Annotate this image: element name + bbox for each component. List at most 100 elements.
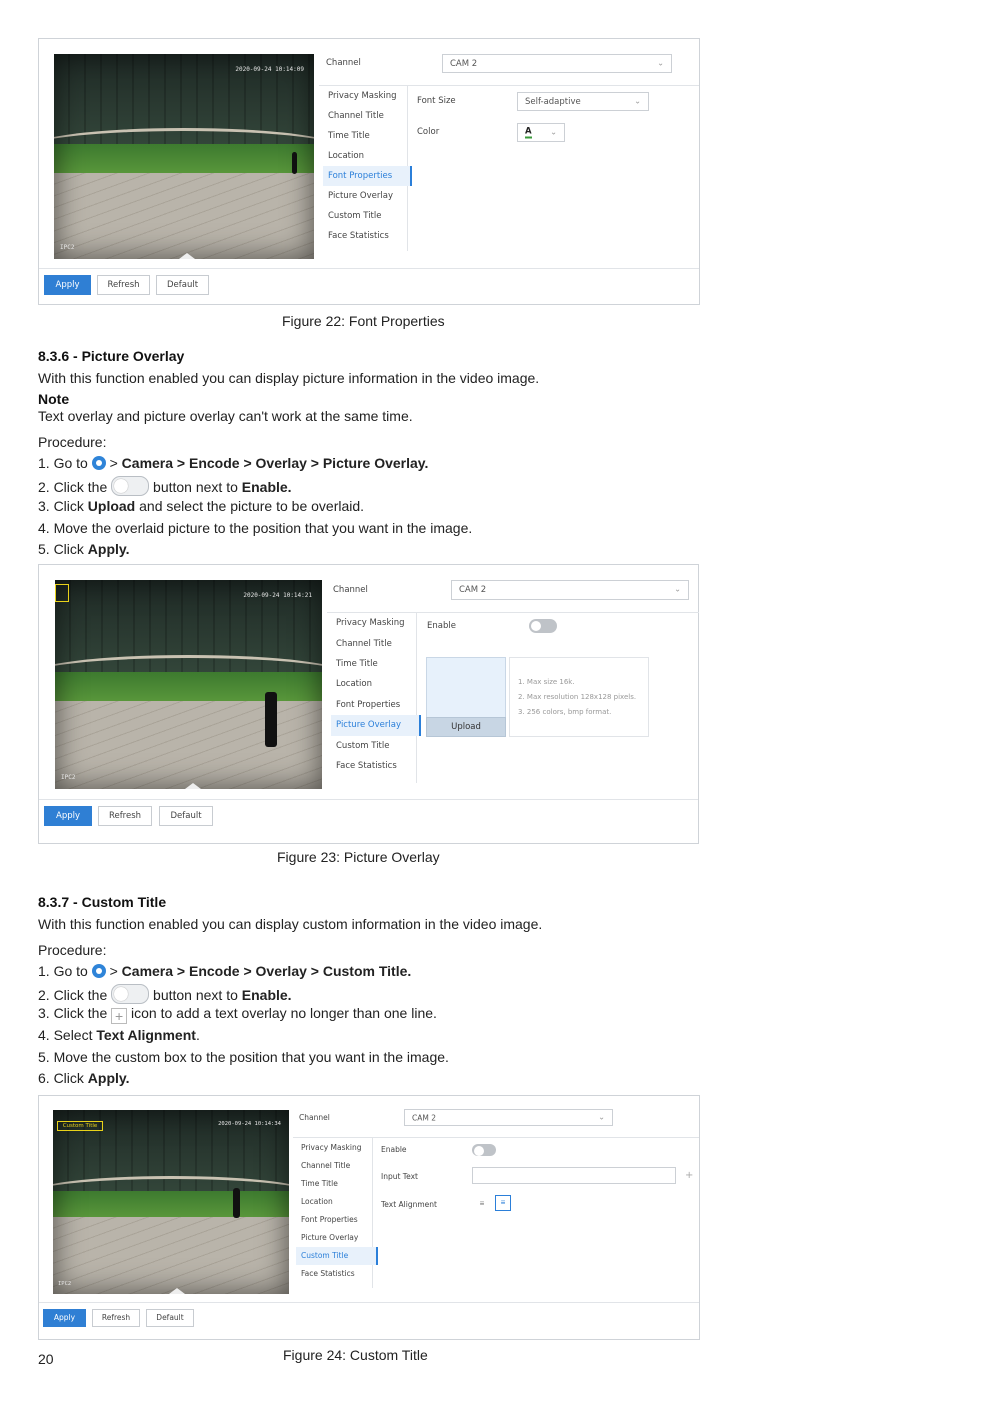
font-size-label: Font Size: [417, 96, 456, 106]
channel-select[interactable]: CAM 2 ⌄: [404, 1109, 613, 1126]
menu-location[interactable]: Location: [336, 679, 372, 689]
section-intro: With this function enabled you can displ…: [38, 916, 543, 932]
default-button[interactable]: Default: [146, 1309, 194, 1327]
menu-picture-overlay[interactable]: Picture Overlay: [301, 1233, 358, 1242]
step-2: 2. Click the button next to Enable.: [38, 476, 292, 496]
color-swatch-icon: A: [525, 126, 532, 138]
lens-vignette: [55, 580, 322, 789]
step-text: 3. Click: [38, 498, 88, 514]
menu-picture-overlay[interactable]: Picture Overlay: [328, 191, 393, 201]
font-size-select[interactable]: Self-adaptive ⌄: [517, 92, 649, 111]
menu-face-statistics[interactable]: Face Statistics: [328, 231, 389, 241]
figure-23-caption: Figure 23: Picture Overlay: [277, 849, 440, 865]
step-text: 5. Click: [38, 541, 88, 557]
menu-picture-overlay[interactable]: Picture Overlay: [331, 715, 421, 736]
menu-font-properties[interactable]: Font Properties: [323, 166, 412, 186]
camera-live-view: Custom Title 2020-09-24 10:14:34 IPC2: [53, 1110, 289, 1294]
menu-channel-title[interactable]: Channel Title: [328, 111, 384, 121]
menu-privacy-masking[interactable]: Privacy Masking: [336, 618, 405, 628]
video-position-marker: [185, 783, 201, 789]
menu-channel-title[interactable]: Channel Title: [301, 1161, 350, 1170]
menu-time-title[interactable]: Time Title: [328, 131, 370, 141]
step-text: >: [105, 963, 122, 979]
video-timestamp: 2020-09-24 10:14:09: [235, 66, 304, 73]
menu-custom-title[interactable]: Custom Title: [336, 741, 389, 751]
channel-label: Channel: [333, 585, 368, 595]
channel-select-value: CAM 2: [450, 58, 478, 69]
procedure-label: Procedure:: [38, 942, 107, 958]
menu-font-properties[interactable]: Font Properties: [301, 1215, 358, 1224]
refresh-button[interactable]: Refresh: [97, 275, 150, 295]
enable-toggle[interactable]: [472, 1144, 496, 1156]
menu-path: Camera > Encode > Overlay > Custom Title…: [121, 963, 412, 979]
step-bold: Enable.: [241, 479, 292, 495]
section-heading: 8.3.7 - Custom Title: [38, 894, 167, 910]
lens-vignette: [54, 54, 314, 259]
step-bold: Apply.: [87, 541, 130, 557]
align-left-icon[interactable]: ≡: [475, 1197, 489, 1211]
menu-face-statistics[interactable]: Face Statistics: [301, 1269, 355, 1278]
video-camera-label: IPC2: [61, 774, 76, 781]
step-text: icon to add a text overlay no longer tha…: [127, 1005, 437, 1021]
menu-location[interactable]: Location: [301, 1197, 333, 1206]
channel-select[interactable]: CAM 2 ⌄: [442, 54, 672, 73]
menu-face-statistics[interactable]: Face Statistics: [336, 761, 397, 771]
default-button[interactable]: Default: [159, 806, 213, 826]
video-camera-label: IPC2: [58, 1281, 72, 1287]
step-1: 1. Go to > Camera > Encode > Overlay > P…: [38, 455, 428, 471]
step-bold: Text Alignment: [96, 1027, 196, 1043]
enable-toggle[interactable]: [529, 619, 557, 633]
divider: [39, 799, 698, 800]
custom-title-box[interactable]: Custom Title: [57, 1121, 103, 1131]
menu-custom-title[interactable]: Custom Title: [328, 211, 381, 221]
default-button[interactable]: Default: [156, 275, 209, 295]
menu-privacy-masking[interactable]: Privacy Masking: [328, 91, 397, 101]
step-5: 5. Click Apply.: [38, 541, 130, 557]
note-text: Text overlay and picture overlay can't w…: [38, 408, 413, 424]
menu-custom-title[interactable]: Custom Title: [296, 1247, 378, 1265]
menu-divider: [372, 1138, 373, 1288]
menu-font-properties[interactable]: Font Properties: [336, 700, 400, 710]
step-text: .: [195, 1027, 200, 1043]
channel-select-value: CAM 2: [412, 1113, 436, 1122]
divider: [327, 612, 699, 613]
apply-button[interactable]: Apply: [44, 275, 91, 295]
apply-button[interactable]: Apply: [44, 806, 92, 826]
enable-label: Enable: [381, 1145, 407, 1154]
video-timestamp: 2020-09-24 10:14:34: [218, 1121, 281, 1127]
channel-select[interactable]: CAM 2 ⌄: [451, 580, 689, 600]
add-text-plus-icon[interactable]: +: [685, 1170, 693, 1181]
step-4: 4. Select Text Alignment.: [38, 1027, 200, 1043]
section-intro: With this function enabled you can displ…: [38, 370, 540, 386]
camera-live-view: 2020-09-24 10:14:09 IPC2: [54, 54, 314, 259]
upload-hint: 2. Max resolution 128x128 pixels.: [518, 693, 637, 701]
menu-location[interactable]: Location: [328, 151, 364, 161]
input-text-label: Input Text: [381, 1172, 418, 1181]
step-text: 1. Go to: [38, 455, 92, 471]
toggle-switch-icon: [111, 984, 150, 1004]
align-right-icon[interactable]: ≡: [495, 1195, 511, 1211]
channel-select-value: CAM 2: [459, 585, 487, 595]
menu-time-title[interactable]: Time Title: [301, 1179, 338, 1188]
plus-icon: +: [111, 1008, 128, 1024]
step-text: 2. Click the: [38, 479, 112, 495]
menu-channel-title[interactable]: Channel Title: [336, 639, 392, 649]
toggle-switch-icon: [111, 476, 150, 496]
overlay-picture-box[interactable]: [55, 584, 69, 602]
lens-vignette: [53, 1110, 289, 1294]
menu-privacy-masking[interactable]: Privacy Masking: [301, 1143, 361, 1152]
step-6: 6. Click Apply.: [38, 1070, 130, 1086]
upload-button[interactable]: Upload: [426, 717, 506, 737]
refresh-button[interactable]: Refresh: [98, 806, 152, 826]
step-text: 3. Click the: [38, 1005, 112, 1021]
input-text-field[interactable]: [472, 1167, 676, 1184]
menu-time-title[interactable]: Time Title: [336, 659, 378, 669]
figure-23-panel: 2020-09-24 10:14:21 IPC2 Channel CAM 2 ⌄…: [38, 564, 699, 844]
step-text: button next to: [149, 479, 242, 495]
apply-button[interactable]: Apply: [43, 1309, 86, 1327]
step-text: and select the picture to be overlaid.: [135, 498, 365, 514]
color-select[interactable]: A ⌄: [517, 123, 565, 142]
upload-hint: 1. Max size 16k.: [518, 678, 575, 686]
refresh-button[interactable]: Refresh: [92, 1309, 140, 1327]
channel-label: Channel: [326, 58, 361, 68]
